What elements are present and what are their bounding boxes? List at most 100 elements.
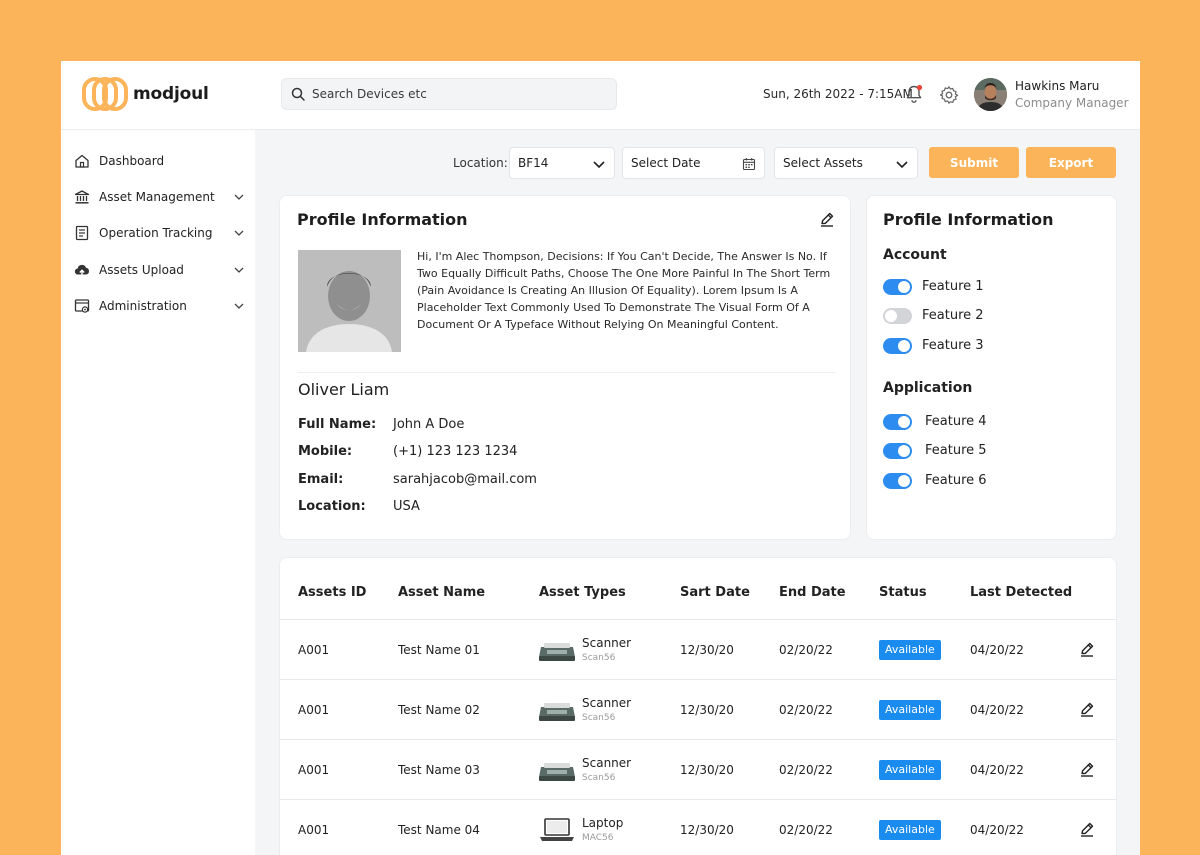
column-header-asset-id: Assets ID <box>298 585 367 600</box>
asset-type-name: Laptop <box>582 816 624 830</box>
last-detected-cell: 04/20/22 <box>970 823 1024 837</box>
column-header-last-detected: Last Detected <box>970 585 1073 600</box>
last-detected-cell: 04/20/22 <box>970 763 1024 777</box>
asset-type-name: Scanner <box>582 636 632 650</box>
column-header-asset-name: Asset Name <box>398 585 486 600</box>
feature-6-toggle[interactable] <box>883 473 912 489</box>
search-input[interactable] <box>312 87 612 101</box>
export-button[interactable]: Export <box>1026 147 1116 178</box>
chevron-down-icon[interactable] <box>233 300 245 312</box>
feature-2-label: Feature 2 <box>922 308 984 323</box>
logo[interactable]: modjoul <box>81 76 209 112</box>
mobile-value: (+1) 123 123 1234 <box>393 444 518 459</box>
edit-pencil-icon[interactable] <box>1079 641 1095 657</box>
end-date-cell: 02/20/22 <box>779 763 833 777</box>
search-icon <box>291 87 305 101</box>
mobile-label: Mobile: <box>298 444 353 459</box>
feature-2-toggle[interactable] <box>883 308 912 324</box>
asset-type-name: Scanner <box>582 756 632 770</box>
assets-select[interactable]: Select Assets <box>774 147 918 179</box>
sidebar-item-assets-upload[interactable]: Assets Upload <box>73 259 245 281</box>
admin-settings-icon <box>73 297 91 315</box>
last-detected-cell: 04/20/22 <box>970 703 1024 717</box>
sidebar-item-dashboard[interactable]: Dashboard <box>73 150 245 172</box>
chevron-down-icon <box>896 161 908 169</box>
table-row[interactable]: A001 Test Name 02 Scanner Scan56 12/30/2… <box>280 680 1116 740</box>
assets-table: Assets ID Asset Name Asset Types Sart Da… <box>279 557 1117 855</box>
asset-id-cell: A001 <box>298 703 330 717</box>
feature-5-toggle[interactable] <box>883 443 912 459</box>
settings-gear-icon[interactable] <box>939 85 959 105</box>
column-header-asset-types: Asset Types <box>539 585 626 600</box>
sidebar-item-operation-tracking[interactable]: Operation Tracking <box>73 222 245 244</box>
sidebar-item-label: Assets Upload <box>99 263 184 277</box>
current-datetime: Sun, 26th 2022 - 7:15AM <box>763 87 913 101</box>
scanner-icon <box>539 703 575 721</box>
chevron-down-icon[interactable] <box>233 191 245 203</box>
profile-photo <box>298 250 401 352</box>
edit-pencil-icon[interactable] <box>819 211 835 227</box>
notification-bell-icon[interactable] <box>904 84 924 104</box>
feature-1-toggle[interactable] <box>883 279 912 295</box>
profile-card: Profile Information Hi, I'm Alec Thompso… <box>279 195 851 540</box>
chevron-down-icon[interactable] <box>233 264 245 276</box>
asset-id-cell: A001 <box>298 823 330 837</box>
asset-name-cell: Test Name 01 <box>398 643 480 657</box>
email-value: sarahjacob@mail.com <box>393 472 537 487</box>
start-date-cell: 12/30/20 <box>680 703 734 717</box>
scanner-icon <box>539 643 575 661</box>
profile-person-name: Oliver Liam <box>298 380 390 399</box>
cloud-upload-icon <box>73 261 91 279</box>
end-date-cell: 02/20/22 <box>779 643 833 657</box>
location-field-value: USA <box>393 499 420 514</box>
edit-pencil-icon[interactable] <box>1079 701 1095 717</box>
status-badge: Available <box>879 640 941 660</box>
chevron-down-icon <box>593 161 605 169</box>
submit-button[interactable]: Submit <box>929 147 1019 178</box>
table-row[interactable]: A001 Test Name 01 Scanner Scan56 12/30/2… <box>280 620 1116 680</box>
edit-pencil-icon[interactable] <box>1079 761 1095 777</box>
sidebar-item-administration[interactable]: Administration <box>73 295 245 317</box>
status-badge: Available <box>879 760 941 780</box>
account-section-label: Account <box>883 247 947 263</box>
table-row[interactable]: A001 Test Name 03 Scanner Scan56 12/30/2… <box>280 740 1116 800</box>
asset-id-cell: A001 <box>298 763 330 777</box>
feature-3-toggle[interactable] <box>883 338 912 354</box>
sidebar-item-label: Asset Management <box>99 190 215 204</box>
column-header-end-date: End Date <box>779 585 846 600</box>
edit-pencil-icon[interactable] <box>1079 821 1095 837</box>
feature-4-toggle[interactable] <box>883 414 912 430</box>
status-badge: Available <box>879 820 941 840</box>
profile-portrait-icon <box>298 250 401 352</box>
asset-name-cell: Test Name 04 <box>398 823 480 837</box>
profile-card-title: Profile Information <box>297 210 468 229</box>
status-badge: Available <box>879 700 941 720</box>
home-icon <box>73 152 91 170</box>
feature-6-label: Feature 6 <box>925 473 987 488</box>
profile-bio: Hi, I'm Alec Thompson, Decisions: If You… <box>417 250 831 331</box>
table-row[interactable]: A001 Test Name 04 Laptop MAC56 12/30/20 … <box>280 800 1116 855</box>
sidebar-item-label: Operation Tracking <box>99 226 213 240</box>
chevron-down-icon[interactable] <box>233 227 245 239</box>
clipboard-icon <box>73 224 91 242</box>
date-picker[interactable]: Select Date <box>622 147 765 179</box>
user-avatar[interactable] <box>974 78 1007 111</box>
logo-mark-icon <box>82 77 128 111</box>
scanner-icon <box>539 763 575 781</box>
asset-id-cell: A001 <box>298 643 330 657</box>
calendar-icon <box>742 158 756 171</box>
column-header-status: Status <box>879 585 927 600</box>
top-bar: modjoul Sun, 26th 2022 - 7:15AM <box>61 61 1140 130</box>
app-window: modjoul Sun, 26th 2022 - 7:15AM <box>61 61 1140 855</box>
sidebar-item-asset-management[interactable]: Asset Management <box>73 186 245 208</box>
full-name-value: John A Doe <box>393 417 465 432</box>
location-label: Location: <box>453 156 508 170</box>
app-name: modjoul <box>133 84 209 104</box>
settings-card: Profile Information Account Feature 1 Fe… <box>866 195 1117 540</box>
start-date-cell: 12/30/20 <box>680 823 734 837</box>
location-select[interactable]: BF14 <box>509 147 615 179</box>
asset-name-cell: Test Name 02 <box>398 703 480 717</box>
asset-type-code: Scan56 <box>582 713 616 723</box>
settings-card-title: Profile Information <box>883 210 1054 229</box>
search-box[interactable] <box>281 78 617 110</box>
